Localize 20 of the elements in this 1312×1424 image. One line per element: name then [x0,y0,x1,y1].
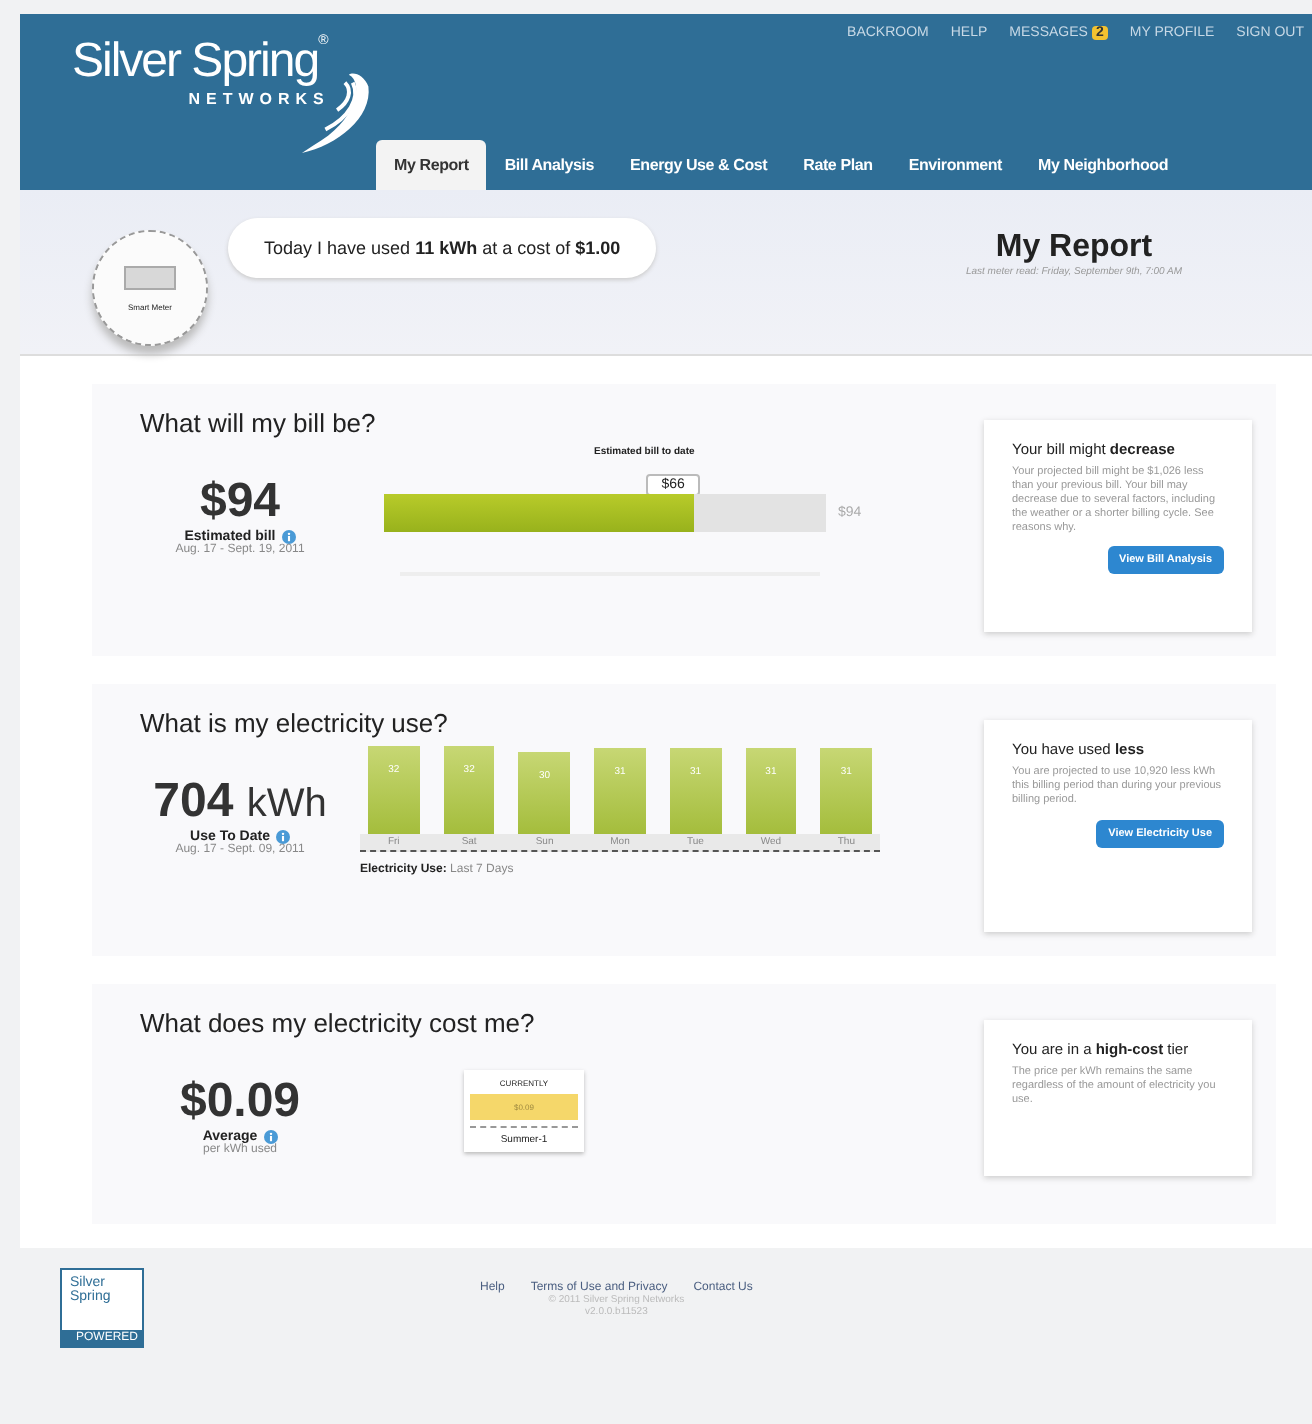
nav-tab[interactable]: Environment [890,140,1021,190]
nav-tab[interactable]: Rate Plan [785,140,891,190]
nav-tab[interactable]: Bill Analysis [486,140,613,190]
usage-unit: kWh [246,782,327,826]
section-heading: What is my electricity use? [140,708,450,738]
logo-subtitle: NETWORKS [186,90,332,108]
usage-message: Today I have used 11 kWh at a cost of $1.00 [228,218,657,278]
nav-tab[interactable]: Energy Use & Cost [612,140,786,190]
average-price: $0.09 [177,1074,303,1130]
estimated-bill-amount: $94 [197,474,283,529]
info-icon[interactable] [263,1130,278,1144]
nav-tab[interactable]: My Report [376,140,487,190]
section-heading: What will my bill be? [140,408,378,438]
page-title: My Report [995,230,1153,266]
logo-name: Silver Spring [72,34,319,90]
nav-tab[interactable]: My Neighborhood [1020,140,1187,190]
usage-amount: 704 [153,774,234,828]
info-icon[interactable] [281,530,296,544]
info-icon[interactable] [275,830,290,844]
section-heading: What does my electricity cost me? [140,1008,537,1038]
